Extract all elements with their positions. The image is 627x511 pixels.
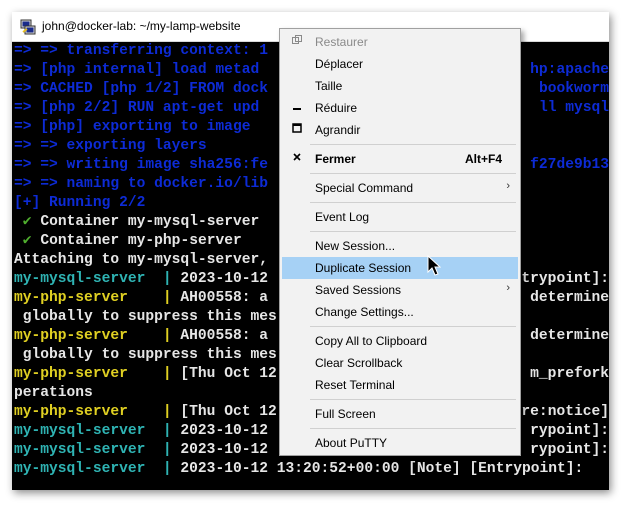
- menu-item-label: Clear Scrollback: [315, 356, 403, 370]
- menu-item-label: Déplacer: [315, 57, 364, 71]
- menu-item-fermer[interactable]: Fermer Alt+F4: [282, 148, 518, 170]
- maximize-icon: [291, 123, 303, 135]
- terminal-line-tail: rypoint]:: [530, 423, 609, 439]
- menu-item-label: Event Log: [315, 210, 370, 224]
- terminal-line: Attaching to my-mysql-server,: [14, 252, 268, 268]
- terminal-line: => => exporting layers: [14, 138, 207, 154]
- terminal-line-tail: re:notice]: [521, 404, 609, 420]
- terminal-line: ✔ Container my-php-server: [22, 233, 242, 249]
- terminal-line: globally to suppress this mes: [14, 309, 277, 325]
- menu-item-restaurer: Restaurer: [282, 31, 518, 53]
- terminal-line: [+] Running 2/2: [14, 195, 146, 211]
- menu-item-label: Full Screen: [315, 407, 376, 421]
- menu-item-taille[interactable]: Taille: [282, 75, 518, 97]
- terminal-line-tail: determine: [530, 290, 609, 306]
- menu-separator: [310, 428, 516, 429]
- menu-item-label: Fermer: [315, 152, 356, 166]
- menu-item-duplicate-session[interactable]: Duplicate Session: [282, 257, 518, 279]
- menu-item-label: Copy All to Clipboard: [315, 334, 428, 348]
- terminal-line: perations: [14, 385, 93, 401]
- menu-item-copy-all-to-clipboard[interactable]: Copy All to Clipboard: [282, 330, 518, 352]
- window-title: john@docker-lab: ~/my-lamp-website: [42, 19, 241, 33]
- terminal-line-tail: hp:apache: [530, 62, 609, 78]
- mouse-cursor-icon: [427, 255, 441, 276]
- menu-item-accelerator: Alt+F4: [464, 152, 502, 166]
- putty-icon: [20, 19, 36, 35]
- menu-item-label: Agrandir: [315, 123, 361, 137]
- menu-item-new-session[interactable]: New Session...: [282, 235, 518, 257]
- terminal-line: my-php-server | AH00558: a: [14, 290, 268, 306]
- menu-item-label: New Session...: [315, 239, 396, 253]
- minimize-icon: [291, 101, 303, 113]
- terminal-line-tail: m_prefork: [530, 366, 609, 382]
- menu-item-label: Change Settings...: [315, 305, 414, 319]
- menu-item-label: About PuTTY: [315, 436, 388, 450]
- menu-item-full-screen[interactable]: Full Screen: [282, 403, 518, 425]
- menu-separator: [310, 326, 516, 327]
- menu-item-label: Réduire: [315, 101, 358, 115]
- menu-item-event-log[interactable]: Event Log: [282, 206, 518, 228]
- menu-item-label: Restaurer: [315, 35, 368, 49]
- menu-item-r-duire[interactable]: Réduire: [282, 97, 518, 119]
- terminal-line: => => transferring context: 1: [14, 43, 268, 59]
- menu-item-label: Reset Terminal: [315, 378, 395, 392]
- terminal-line: => CACHED [php 1/2] FROM dock: [14, 81, 268, 97]
- chevron-right-icon: ›: [506, 282, 510, 294]
- menu-item-label: Duplicate Session: [315, 261, 412, 275]
- menu-item-label: Taille: [315, 79, 343, 93]
- system-context-menu: Restaurer Déplacer Taille Réduire Agrandir Fe…: [279, 28, 521, 456]
- menu-item-d-placer[interactable]: Déplacer: [282, 53, 518, 75]
- terminal-line-tail: determine: [530, 328, 609, 344]
- terminal-line-tail: bookworm: [538, 81, 609, 97]
- menu-separator: [310, 144, 516, 145]
- terminal-line-tail: ntrypoint]:: [512, 271, 609, 287]
- menu-item-agrandir[interactable]: Agrandir: [282, 119, 518, 141]
- terminal-line: my-mysql-server | 2023-10-12: [14, 271, 268, 287]
- close-icon: [291, 152, 303, 164]
- terminal-line: my-php-server | AH00558: a: [14, 328, 268, 344]
- terminal-line-tail: ll mysql: [538, 100, 609, 116]
- terminal-line-tail: f27de9b13: [530, 157, 609, 173]
- menu-separator: [310, 202, 516, 203]
- terminal-line: => [php] exporting to image: [14, 119, 251, 135]
- terminal-line: ✔ Container my-mysql-server: [22, 214, 260, 230]
- terminal-line: globally to suppress this mes: [14, 347, 277, 363]
- menu-item-saved-sessions[interactable]: Saved Sessions ›: [282, 279, 518, 301]
- terminal-line: => => writing image sha256:fe: [14, 157, 268, 173]
- terminal-line: my-php-server | [Thu Oct 12: [14, 366, 277, 382]
- menu-separator: [310, 231, 516, 232]
- menu-separator: [310, 399, 516, 400]
- menu-item-special-command[interactable]: Special Command ›: [282, 177, 518, 199]
- menu-item-reset-terminal[interactable]: Reset Terminal: [282, 374, 518, 396]
- menu-item-about-putty[interactable]: About PuTTY: [282, 432, 518, 454]
- terminal-line-tail: rypoint]:: [530, 442, 609, 458]
- terminal-line: my-mysql-server | 2023-10-12 13:20:52+00…: [14, 461, 584, 477]
- terminal-line: my-php-server | [Thu Oct 12: [14, 404, 277, 420]
- terminal-line: => => naming to docker.io/lib: [14, 176, 268, 192]
- chevron-right-icon: ›: [506, 180, 510, 192]
- terminal-line: => [php internal] load metad: [14, 62, 260, 78]
- menu-item-label: Special Command: [315, 181, 414, 195]
- terminal-line: my-mysql-server | 2023-10-12: [14, 442, 268, 458]
- terminal-line: => [php 2/2] RUN apt-get upd: [14, 100, 260, 116]
- menu-item-label: Saved Sessions: [315, 283, 402, 297]
- menu-item-change-settings[interactable]: Change Settings...: [282, 301, 518, 323]
- menu-separator: [310, 173, 516, 174]
- terminal-line: my-mysql-server | 2023-10-12: [14, 423, 268, 439]
- menu-item-clear-scrollback[interactable]: Clear Scrollback: [282, 352, 518, 374]
- restore-icon: [291, 35, 303, 47]
